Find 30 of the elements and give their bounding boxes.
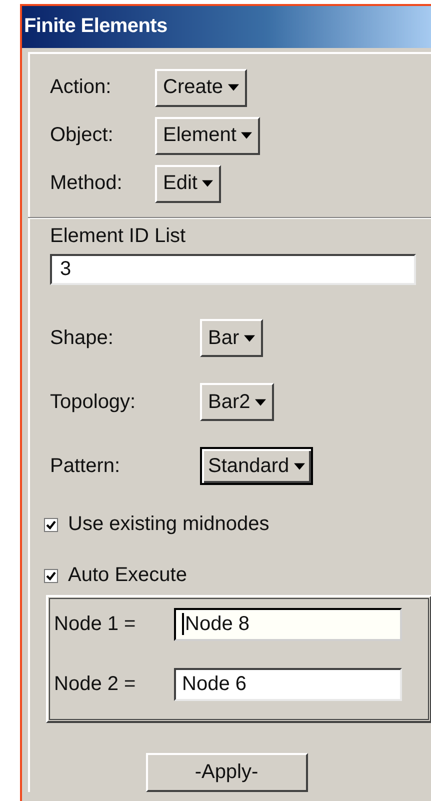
field-label: Method: [50, 172, 124, 195]
input-field[interactable]: 3 [50, 254, 416, 285]
input-field[interactable]: Node 8 [174, 608, 402, 640]
dropdown-button[interactable]: Bar2 [200, 383, 274, 421]
dropdown-button[interactable]: Standard [200, 447, 314, 485]
caret-icon [228, 84, 240, 91]
field-label: Shape: [50, 326, 114, 350]
field-label: Action: [50, 76, 112, 99]
checkbox-label: Use existing midnodes [68, 513, 270, 536]
caret-icon [241, 132, 252, 139]
field-label: Element ID List [49, 225, 187, 248]
field-label: Pattern: [50, 454, 122, 478]
caret-icon [244, 334, 256, 342]
checkbox[interactable] [44, 568, 58, 582]
dropdown-button[interactable]: Bar [200, 319, 264, 357]
window-title: Finite Elements [22, 6, 431, 48]
dropdown-button[interactable]: Edit [155, 164, 222, 202]
caret-icon [202, 180, 214, 187]
field-label: Node 1 = [54, 612, 137, 636]
field-label: Node 2 = [54, 672, 137, 696]
field-label: Topology: [50, 390, 137, 414]
dropdown-button[interactable]: Create [155, 68, 248, 106]
checkbox-label: Auto Execute [68, 564, 187, 587]
caret-icon [294, 462, 306, 470]
apply-button[interactable]: -Apply- [146, 753, 308, 792]
field-label: Object: [50, 124, 114, 147]
input-field[interactable]: Node 6 [174, 668, 402, 700]
dropdown-button[interactable]: Element [155, 116, 260, 154]
checkbox[interactable] [44, 518, 58, 532]
caret-icon [255, 398, 266, 406]
